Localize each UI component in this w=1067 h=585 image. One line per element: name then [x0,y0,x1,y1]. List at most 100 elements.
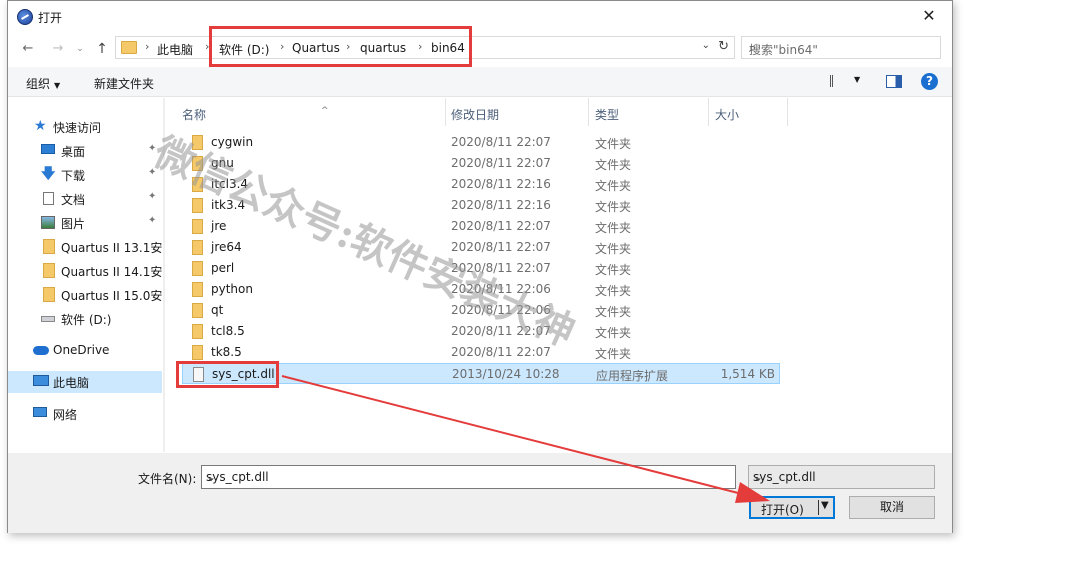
sidebar-item-quartus-15[interactable]: Quartus II 15.0安装 [8,284,162,306]
folder-icon [43,287,55,302]
file-name: jre [211,219,227,233]
folder-icon [121,41,137,54]
file-type: 文件夹 [595,137,632,151]
sidebar-item-label: 此电脑 [53,376,90,390]
folder-icon [192,282,203,297]
file-type: 文件夹 [595,200,632,214]
folder-icon [192,261,203,276]
sidebar-item-label: 快速访问 [53,121,102,135]
column-divider[interactable] [588,98,589,126]
column-header-label: 大小 [715,108,740,122]
help-icon[interactable]: ? [921,73,938,90]
open-button-label: 打开(O) [761,503,804,517]
back-arrow-icon[interactable]: ← [18,40,38,58]
folder-icon [192,345,203,360]
preview-pane-icon[interactable] [886,75,902,88]
sidebar-item-quick-access[interactable]: ★ 快速访问 [8,116,162,138]
caret-down-icon: ▼ [54,81,61,90]
window-title: 打开 [38,11,63,25]
network-icon [33,407,47,417]
star-icon: ★ [34,118,47,134]
filename-input[interactable]: sys_cpt.dll ⌄ [201,465,736,489]
sort-ascending-icon: ^ [321,106,329,116]
file-row[interactable]: tcl8.5 2020/8/11 22:07 文件夹 [182,321,780,342]
column-header-name[interactable]: 名称 ^ [182,98,445,126]
column-header-type[interactable]: 类型 [595,98,705,126]
forward-arrow-icon[interactable]: → [48,40,68,58]
sidebar-item-quartus-14[interactable]: Quartus II 14.1安装 [8,260,162,282]
sidebar-item-network[interactable]: 网络 [8,403,162,425]
up-arrow-icon[interactable]: ↑ [92,40,112,58]
navigation-pane: ★ 快速访问 桌面 ✦ 🡇 下载 ✦ 文档 ✦ 图片 ✦ Quartus II … [8,98,164,452]
sidebar-item-label: OneDrive [53,343,110,357]
cloud-icon [33,346,49,355]
file-type: 文件夹 [595,263,632,277]
sidebar-item-quartus-13[interactable]: Quartus II 13.1安装 [8,236,162,258]
close-button[interactable]: ✕ [906,1,952,32]
search-box[interactable]: 搜索"bin64" ⌕ [741,36,941,59]
file-name: python [211,282,253,296]
open-button[interactable]: 打开(O) ▼ [749,496,835,519]
desktop-icon [41,144,55,154]
folder-icon [192,324,203,339]
file-row[interactable]: cygwin 2020/8/11 22:07 文件夹 [182,132,780,153]
search-icon[interactable]: ⌕ [749,41,934,56]
chevron-down-icon[interactable]: ⌄ [206,470,729,484]
column-header-size[interactable]: 大小 [715,98,785,126]
recent-locations-icon[interactable]: ⌄ [70,40,90,58]
column-divider[interactable] [708,98,709,126]
column-divider[interactable] [445,98,446,126]
split-divider [818,500,819,515]
file-type: 文件夹 [595,158,632,172]
folder-icon [43,263,55,278]
column-divider[interactable] [787,98,788,126]
sidebar-item-label: Quartus II 14.1安装 [61,265,162,279]
chevron-right-icon[interactable]: › [145,40,149,53]
filetype-select[interactable]: sys_cpt.dll ⌄ [748,465,935,489]
document-icon [43,192,54,205]
file-type: 应用程序扩展 [596,369,669,383]
download-icon: 🡇 [41,166,56,182]
sidebar-item-downloads[interactable]: 🡇 下载 ✦ [8,164,162,186]
sidebar-item-onedrive[interactable]: OneDrive [8,340,162,362]
file-list: 名称 ^ 修改日期 类型 大小 cygwin 2020/8/11 22:07 文件夹… [170,98,950,452]
address-dropdown-icon[interactable]: ⌄ [702,40,710,51]
sidebar-item-label: 网络 [53,408,78,422]
file-row[interactable]: tk8.5 2020/8/11 22:07 文件夹 [182,342,780,363]
file-name: qt [211,303,224,317]
sidebar-item-documents[interactable]: 文档 ✦ [8,188,162,210]
refresh-icon[interactable]: ↻ [718,39,729,54]
file-date: 2020/8/11 22:16 [451,177,551,191]
column-header-label: 类型 [595,108,620,122]
annotation-box-file [176,361,279,388]
chevron-down-icon[interactable]: ⌄ [753,470,928,484]
file-name: tcl8.5 [211,324,245,338]
file-row[interactable]: jre64 2020/8/11 22:07 文件夹 [182,237,780,258]
view-options-icon[interactable] [830,75,848,87]
sidebar-item-pictures[interactable]: 图片 ✦ [8,212,162,234]
folder-icon [192,198,203,213]
file-date: 2020/8/11 22:07 [451,345,551,359]
column-header-date[interactable]: 修改日期 [451,98,586,126]
file-date: 2020/8/11 22:07 [451,156,551,170]
organize-label: 组织 [26,77,51,91]
sidebar-item-label: Quartus II 13.1安装 [61,241,162,255]
sidebar-item-desktop[interactable]: 桌面 ✦ [8,140,162,162]
command-bar: 组织 ▼ 新建文件夹 ▼ ? [8,67,952,97]
file-name: perl [211,261,235,275]
app-icon [17,9,33,25]
caret-down-icon[interactable]: ▼ [854,75,860,84]
folder-icon [192,219,203,234]
organize-button[interactable]: 组织 ▼ [26,75,60,92]
folder-icon [192,303,203,318]
sidebar-item-drive-d[interactable]: 软件 (D:) [8,308,162,330]
cancel-button[interactable]: 取消 [849,496,935,519]
sidebar-item-this-pc[interactable]: 此电脑 [8,371,162,393]
annotation-box-path [209,26,472,67]
caret-down-icon[interactable]: ▼ [821,500,829,511]
breadcrumb-this-pc[interactable]: 此电脑 [157,41,193,58]
title-bar: 打开 ✕ [8,1,952,33]
pin-icon: ✦ [148,215,157,226]
new-folder-button[interactable]: 新建文件夹 [94,75,154,92]
computer-icon [33,375,49,386]
